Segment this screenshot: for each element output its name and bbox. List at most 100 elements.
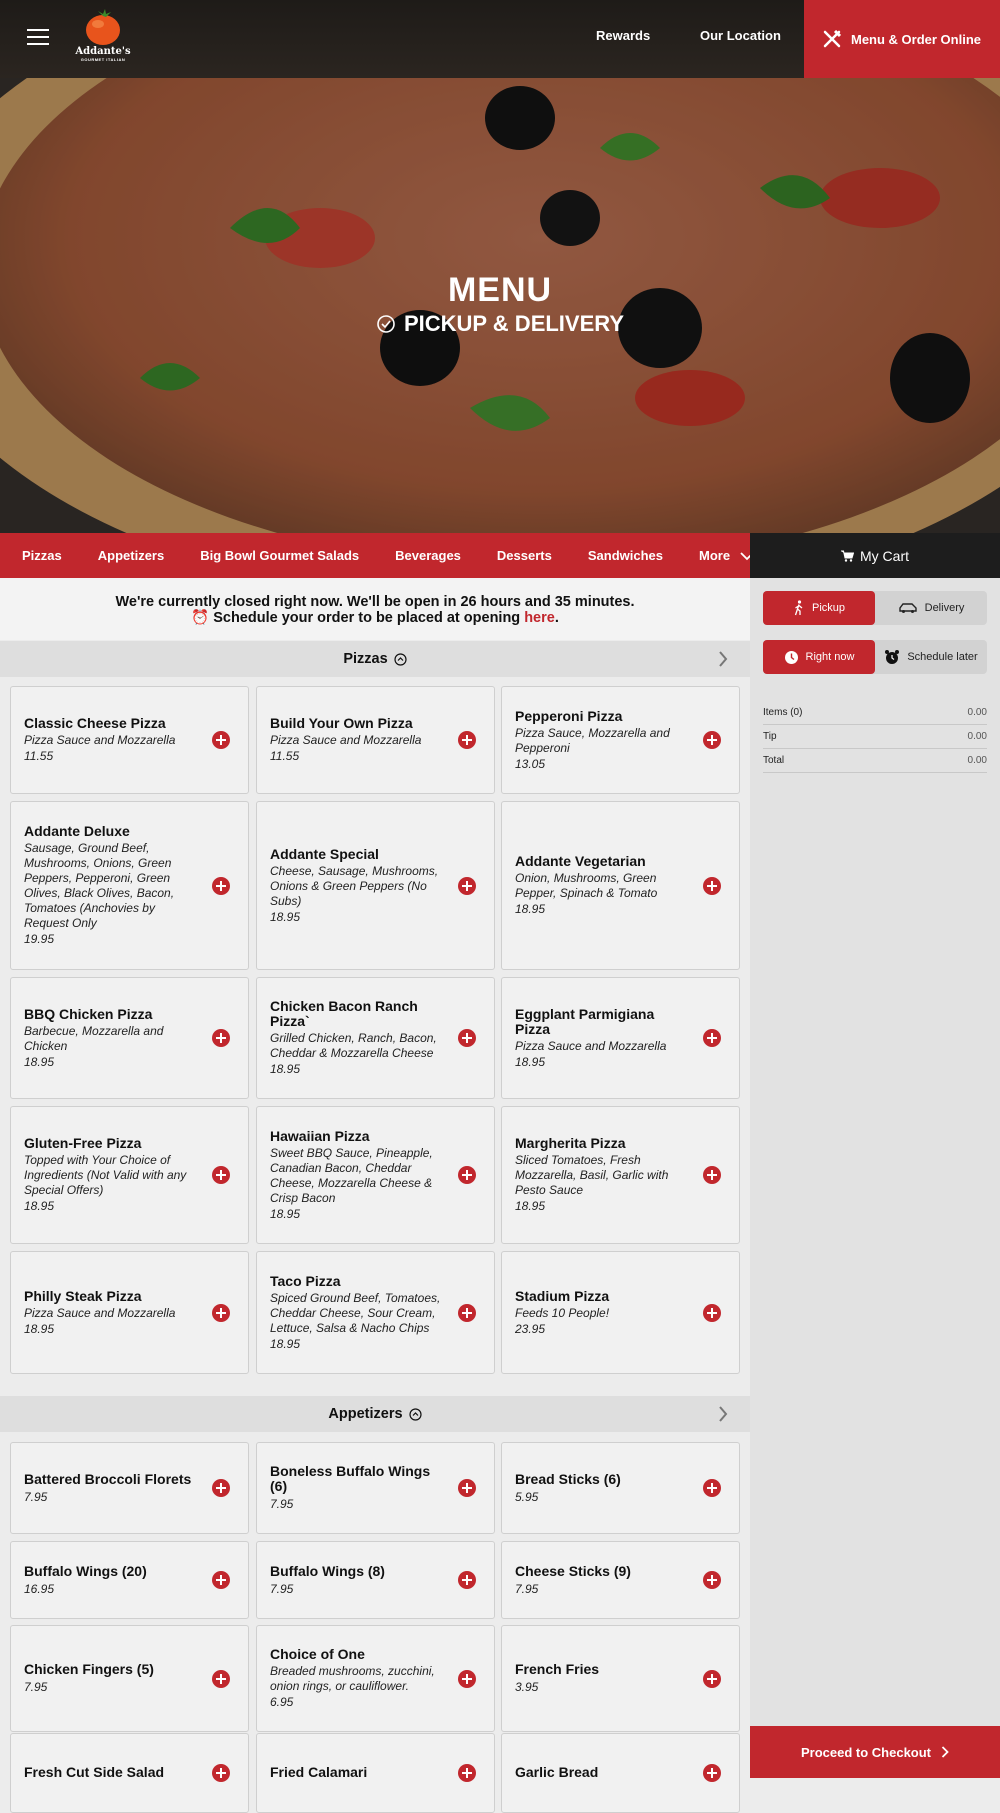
add-item-icon[interactable] <box>703 1571 721 1589</box>
add-item-icon[interactable] <box>212 1479 230 1497</box>
menu-item-card[interactable]: Gluten-Free Pizza Topped with Your Choice… <box>10 1106 249 1244</box>
menu-item-card[interactable]: Classic Cheese Pizza Pizza Sauce and Mozz… <box>10 686 249 794</box>
menu-item-card[interactable]: Buffalo Wings (20) 16.95 <box>10 1541 249 1619</box>
add-item-icon[interactable] <box>458 1571 476 1589</box>
item-description: Breaded mushrooms, zucchini, onion rings… <box>270 1664 435 1693</box>
add-item-icon[interactable] <box>703 876 721 895</box>
add-item-icon[interactable] <box>212 1029 230 1047</box>
menu-item-card[interactable]: French Fries 3.95 <box>501 1625 740 1732</box>
walking-person-icon <box>794 600 803 616</box>
add-item-icon[interactable] <box>212 1571 230 1589</box>
add-item-icon[interactable] <box>212 1764 230 1782</box>
item-description: Sweet BBQ Sauce, Pineapple, Canadian Bac… <box>270 1145 433 1205</box>
schedule-later-option[interactable]: Schedule later <box>875 640 987 674</box>
menu-item-card[interactable]: Build Your Own Pizza Pizza Sauce and Mozz… <box>256 686 495 794</box>
item-name: Addante Deluxe <box>24 823 130 839</box>
category-sandwiches[interactable]: Sandwiches <box>570 548 681 563</box>
item-description: Pizza Sauce and Mozzarella <box>515 1038 667 1053</box>
item-price: 18.95 <box>24 1054 55 1069</box>
menu-order-online-button[interactable]: Menu & Order Online <box>804 0 1000 78</box>
hero-subtitle: PICKUP & DELIVERY <box>0 311 1000 337</box>
add-item-icon[interactable] <box>703 1166 721 1184</box>
category-pizzas[interactable]: Pizzas <box>0 548 80 563</box>
item-name: Buffalo Wings (20) <box>24 1562 147 1579</box>
item-price: 3.95 <box>515 1680 539 1694</box>
menu-item-card[interactable]: Cheese Sticks (9) 7.95 <box>501 1541 740 1619</box>
add-item-icon[interactable] <box>458 1166 476 1184</box>
delivery-option[interactable]: Delivery <box>875 591 987 625</box>
add-item-icon[interactable] <box>458 1303 476 1322</box>
category-beverages[interactable]: Beverages <box>377 548 479 563</box>
nav-our-location[interactable]: Our Location <box>700 28 781 43</box>
add-item-icon[interactable] <box>458 731 476 749</box>
add-item-icon[interactable] <box>212 731 230 749</box>
item-name: Fresh Cut Side Salad <box>24 1763 165 1780</box>
add-item-icon[interactable] <box>703 1029 721 1047</box>
add-item-icon[interactable] <box>458 1669 476 1688</box>
section-header-pizzas[interactable]: Pizzas <box>0 641 750 677</box>
menu-item-card[interactable]: Philly Steak Pizza Pizza Sauce and Mozzar… <box>10 1251 249 1374</box>
add-item-icon[interactable] <box>458 1029 476 1047</box>
menu-item-card[interactable]: Eggplant Parmigiana Pizza Pizza Sauce and… <box>501 977 740 1099</box>
menu-item-card[interactable]: Chicken Bacon Ranch Pizza` Grilled Chicke… <box>256 977 495 1099</box>
add-item-icon[interactable] <box>458 1479 476 1497</box>
add-item-icon[interactable] <box>212 876 230 895</box>
menu-item-card[interactable]: Choice of One Breaded mushrooms, zucchini… <box>256 1625 495 1732</box>
add-item-icon[interactable] <box>703 1669 721 1688</box>
proceed-to-checkout-button[interactable]: Proceed to Checkout <box>750 1726 1000 1778</box>
menu-item-card[interactable]: Margherita Pizza Sliced Tomatoes, Fresh M… <box>501 1106 740 1244</box>
item-price: 18.95 <box>515 1199 546 1213</box>
add-item-icon[interactable] <box>212 1669 230 1688</box>
add-item-icon[interactable] <box>212 1303 230 1322</box>
chevron-right-icon[interactable] <box>718 1406 728 1422</box>
menu-item-card[interactable]: Buffalo Wings (8) 7.95 <box>256 1541 495 1619</box>
menu-item-card[interactable]: Fresh Cut Side Salad <box>10 1733 249 1813</box>
category-big-bowl-salads[interactable]: Big Bowl Gourmet Salads <box>182 548 377 563</box>
menu-item-card[interactable]: Boneless Buffalo Wings (6) 7.95 <box>256 1442 495 1534</box>
section-header-appetizers[interactable]: Appetizers <box>0 1396 750 1432</box>
menu-item-card[interactable]: BBQ Chicken Pizza Barbecue, Mozzarella an… <box>10 977 249 1099</box>
chevron-up-circle-icon[interactable] <box>394 652 407 666</box>
item-description: Pizza Sauce, Mozzarella and Pepperoni <box>515 725 670 755</box>
add-item-icon[interactable] <box>703 731 721 749</box>
menu-item-card[interactable]: Fried Calamari <box>256 1733 495 1813</box>
add-item-icon[interactable] <box>703 1479 721 1497</box>
add-item-icon[interactable] <box>458 1764 476 1782</box>
menu-item-card[interactable]: Chicken Fingers (5) 7.95 <box>10 1625 249 1732</box>
item-price: 7.95 <box>24 1489 48 1504</box>
closed-notice: We're currently closed right now. We'll … <box>0 578 750 640</box>
menu-item-card[interactable]: Addante Deluxe Sausage, Ground Beef, Mush… <box>10 801 249 970</box>
pickup-option[interactable]: Pickup <box>763 591 875 625</box>
item-name: Cheese Sticks (9) <box>515 1562 631 1579</box>
menu-item-card[interactable]: Addante Vegetarian Onion, Mushrooms, Gree… <box>501 801 740 970</box>
add-item-icon[interactable] <box>212 1166 230 1184</box>
item-price: 18.95 <box>270 1336 301 1351</box>
category-desserts[interactable]: Desserts <box>479 548 570 563</box>
menu-item-card[interactable]: Stadium Pizza Feeds 10 People! 23.95 <box>501 1251 740 1374</box>
menu-item-card[interactable]: Garlic Bread <box>501 1733 740 1813</box>
chevron-up-circle-icon[interactable] <box>408 1407 422 1421</box>
item-price: 18.95 <box>24 1321 55 1336</box>
item-name: Chicken Fingers (5) <box>24 1661 154 1677</box>
menu-item-card[interactable]: Bread Sticks (6) 5.95 <box>501 1442 740 1534</box>
item-name: Eggplant Parmigiana Pizza <box>515 1005 655 1037</box>
alarm-clock-icon <box>885 650 900 664</box>
hero-banner: MENU PICKUP & DELIVERY <box>0 78 1000 533</box>
menu-item-card[interactable]: Pepperoni Pizza Pizza Sauce, Mozzarella a… <box>501 686 740 794</box>
menu-item-card[interactable]: Hawaiian Pizza Sweet BBQ Sauce, Pineapple… <box>256 1106 495 1244</box>
add-item-icon[interactable] <box>703 1303 721 1322</box>
chevron-right-icon[interactable] <box>718 651 728 667</box>
add-item-icon[interactable] <box>703 1764 721 1782</box>
menu-item-card[interactable]: Addante Special Cheese, Sausage, Mushroom… <box>256 801 495 970</box>
item-name: Garlic Bread <box>515 1763 599 1780</box>
nav-rewards[interactable]: Rewards <box>596 28 650 43</box>
item-description: Onion, Mushrooms, Green Pepper, Spinach … <box>515 871 658 900</box>
add-item-icon[interactable] <box>458 876 476 895</box>
my-cart-button[interactable]: My Cart <box>750 533 1000 578</box>
schedule-here-link[interactable]: here <box>524 610 555 626</box>
menu-icon[interactable] <box>27 29 49 49</box>
menu-item-card[interactable]: Taco Pizza Spiced Ground Beef, Tomatoes, … <box>256 1251 495 1374</box>
right-now-option[interactable]: Right now <box>763 640 875 674</box>
category-appetizers[interactable]: Appetizers <box>80 548 182 563</box>
menu-item-card[interactable]: Battered Broccoli Florets 7.95 <box>10 1442 249 1534</box>
